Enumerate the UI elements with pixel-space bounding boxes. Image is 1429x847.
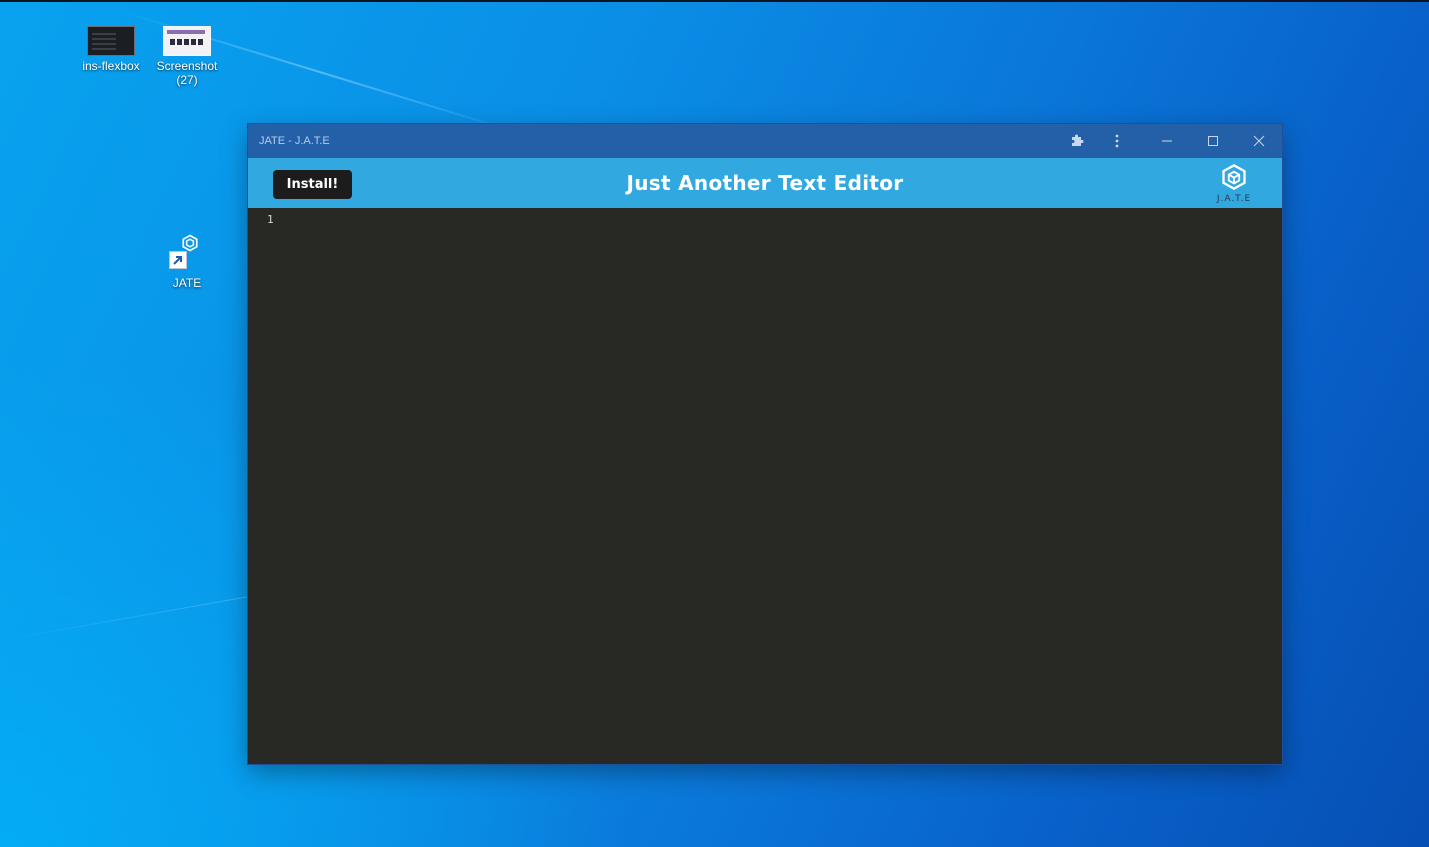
desktop-icon-label: ins-flexbox	[82, 59, 140, 73]
file-thumbnail-icon	[87, 26, 135, 56]
desktop-icon-screenshot[interactable]: Screenshot (27)	[151, 26, 223, 87]
top-border	[0, 0, 1429, 2]
line-number: 1	[267, 213, 274, 226]
jate-logo: J.A.T.E	[1210, 163, 1258, 207]
close-button[interactable]	[1238, 124, 1280, 158]
puzzle-icon	[1072, 134, 1084, 146]
app-header: Install! Just Another Text Editor J.A.T.…	[248, 158, 1282, 208]
maximize-button[interactable]	[1192, 124, 1234, 158]
jate-logo-icon	[1222, 163, 1246, 191]
close-icon	[1253, 135, 1265, 147]
window-title: JATE - J.A.T.E	[259, 135, 330, 147]
code-editor[interactable]: 1	[248, 208, 1282, 764]
window-titlebar[interactable]: JATE - J.A.T.E	[248, 124, 1282, 158]
more-menu-button[interactable]	[1097, 124, 1137, 158]
extensions-button[interactable]	[1057, 124, 1097, 158]
desktop: ins-flexbox Screenshot (27) JATE JATE - …	[0, 0, 1429, 847]
more-vertical-icon	[1115, 134, 1119, 148]
app-window: JATE - J.A.T.E Install! Just Another Tex…	[248, 124, 1282, 764]
editor-text-area[interactable]	[288, 211, 1274, 756]
desktop-icon-label: JATE	[172, 276, 202, 290]
app-title: Just Another Text Editor	[626, 171, 904, 195]
shortcut-arrow-icon	[169, 251, 187, 269]
image-thumbnail-icon	[163, 26, 211, 56]
desktop-icon-label: Screenshot (27)	[156, 59, 218, 87]
minimize-icon	[1162, 140, 1172, 142]
minimize-button[interactable]	[1146, 124, 1188, 158]
desktop-icon-ins-flexbox[interactable]: ins-flexbox	[75, 26, 147, 73]
logo-text: J.A.T.E	[1216, 194, 1252, 204]
line-number-gutter: 1	[248, 208, 282, 764]
jate-logo-icon	[182, 234, 198, 252]
jate-app-icon	[167, 234, 207, 274]
desktop-icon-jate[interactable]: JATE	[151, 234, 223, 290]
wallpaper-light-beam-lower	[0, 594, 257, 641]
maximize-icon	[1208, 136, 1218, 146]
